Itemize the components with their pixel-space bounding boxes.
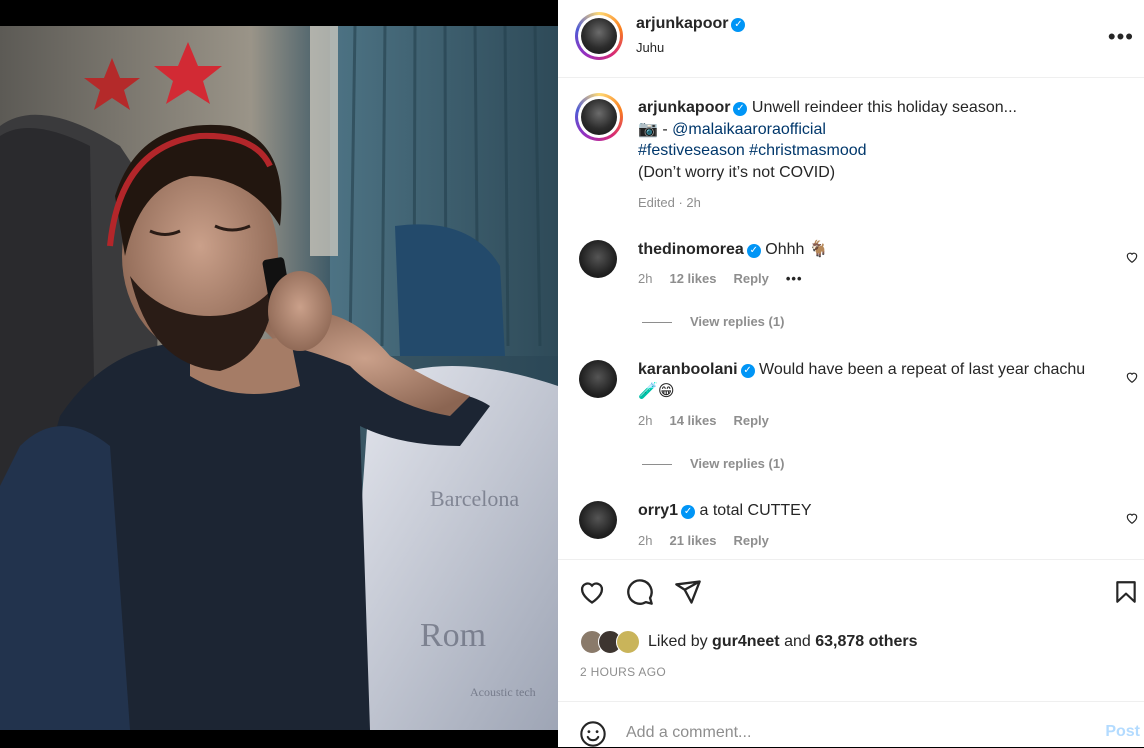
comment-time: 2h	[638, 413, 653, 428]
comment-input[interactable]	[624, 718, 1068, 748]
comment-more-icon[interactable]: •••	[786, 271, 803, 286]
likes-count[interactable]: 63,878 others	[815, 633, 917, 650]
verified-icon: ✓	[740, 364, 755, 378]
hashtags-link[interactable]: #festiveseason #christmasmood	[638, 142, 867, 159]
post-panel: arjunkapoor ✓ Juhu ••• arjunkapoor ✓ Unwel…	[558, 0, 1144, 748]
view-replies-button[interactable]: View replies (1)	[642, 456, 784, 471]
more-options-icon[interactable]: •••	[1108, 24, 1134, 50]
comments-section[interactable]: arjunkapoor ✓ Unwell reindeer this holida…	[558, 78, 1144, 558]
comment-likes[interactable]: 14 likes	[669, 413, 716, 428]
comment-likes[interactable]: 21 likes	[669, 533, 716, 548]
author-username[interactable]: arjunkapoor ✓	[636, 15, 746, 33]
emoji-icon[interactable]	[579, 720, 607, 748]
comment-meta: 2h 12 likes Reply •••	[638, 271, 820, 286]
liked-by-middle: and	[779, 633, 816, 651]
caption-username[interactable]: arjunkapoor	[638, 99, 730, 116]
comment-emoji: 🧪😁	[638, 383, 675, 400]
svg-text:Acoustic tech: Acoustic tech	[470, 685, 536, 699]
comment-like-icon[interactable]	[1125, 250, 1139, 264]
reply-button[interactable]: Reply	[733, 271, 768, 286]
caption-text: arjunkapoor ✓ Unwell reindeer this holida…	[638, 97, 1118, 214]
comment-time: 2h	[638, 533, 653, 548]
view-replies-label: View replies (1)	[690, 314, 785, 329]
comment-meta: 2h 21 likes Reply	[638, 533, 786, 548]
credit-prefix: -	[657, 120, 673, 138]
comment-text: a total CUTTEY	[699, 502, 812, 519]
verified-icon: ✓	[733, 102, 748, 116]
comment-meta: 2h 14 likes Reply	[638, 413, 786, 428]
post-timestamp[interactable]: 2 HOURS AGO	[580, 665, 666, 679]
comment-body: orry1 ✓ a total CUTTEY	[638, 500, 1108, 522]
reply-button[interactable]: Reply	[733, 533, 768, 548]
post-image: Barcelona Rom Acoustic tech	[0, 26, 558, 730]
verified-icon: ✓	[746, 244, 761, 258]
post-header: arjunkapoor ✓ Juhu •••	[558, 0, 1144, 78]
comment-text: Would have been a repeat of last year ch…	[759, 361, 1086, 378]
mention-link[interactable]: @malaikaaroraofficial	[672, 121, 826, 138]
bookmark-icon[interactable]	[1113, 578, 1139, 606]
commenter-username[interactable]: karanboolani	[638, 361, 738, 378]
heart-icon[interactable]	[578, 578, 606, 606]
comment-icon[interactable]	[626, 578, 654, 606]
reply-button[interactable]: Reply	[733, 413, 768, 428]
view-replies-label: View replies (1)	[690, 456, 785, 471]
add-comment-bar: Post	[558, 701, 1144, 748]
comment-like-icon[interactable]	[1125, 511, 1139, 525]
post-location[interactable]: Juhu	[636, 40, 664, 55]
caption-line4: (Don’t worry it’s not COVID)	[638, 163, 836, 181]
caption-avatar[interactable]	[575, 93, 623, 141]
view-replies-button[interactable]: View replies (1)	[642, 314, 784, 329]
share-icon[interactable]	[674, 578, 702, 606]
liker-avatars	[580, 630, 642, 654]
author-avatar[interactable]	[575, 12, 623, 60]
post-photo[interactable]: Barcelona Rom Acoustic tech	[0, 0, 558, 747]
commenter-avatar[interactable]	[579, 360, 617, 398]
post-actions: Liked by gur4neet and 63,878 others 2 HO…	[558, 559, 1144, 702]
liked-by[interactable]: Liked by gur4neet and 63,878 others	[580, 630, 918, 654]
liked-by-user[interactable]: gur4neet	[712, 633, 780, 650]
verified-icon: ✓	[681, 505, 696, 519]
comment-body: karanboolani ✓ Would have been a repeat o…	[638, 359, 1108, 403]
verified-icon: ✓	[731, 18, 746, 32]
camera-emoji: 📷	[638, 120, 658, 138]
svg-text:Rom: Rom	[420, 617, 486, 654]
liked-by-prefix: Liked by	[648, 633, 713, 651]
comment-body: thedinomorea ✓ Ohhh 🐐	[638, 239, 1108, 261]
caption-meta: Edited · 2h	[638, 195, 701, 210]
svg-text:Barcelona: Barcelona	[430, 486, 519, 511]
commenter-username[interactable]: thedinomorea	[638, 241, 744, 258]
comment-likes[interactable]: 12 likes	[669, 271, 716, 286]
commenter-avatar[interactable]	[579, 501, 617, 539]
comment-like-icon[interactable]	[1125, 370, 1139, 384]
commenter-username[interactable]: orry1	[638, 502, 678, 519]
caption-line1: Unwell reindeer this holiday season...	[751, 99, 1017, 116]
commenter-avatar[interactable]	[579, 240, 617, 278]
comment-time: 2h	[638, 271, 653, 286]
comment-text: Ohhh 🐐	[765, 241, 829, 258]
post-comment-button[interactable]: Post	[1105, 723, 1140, 741]
